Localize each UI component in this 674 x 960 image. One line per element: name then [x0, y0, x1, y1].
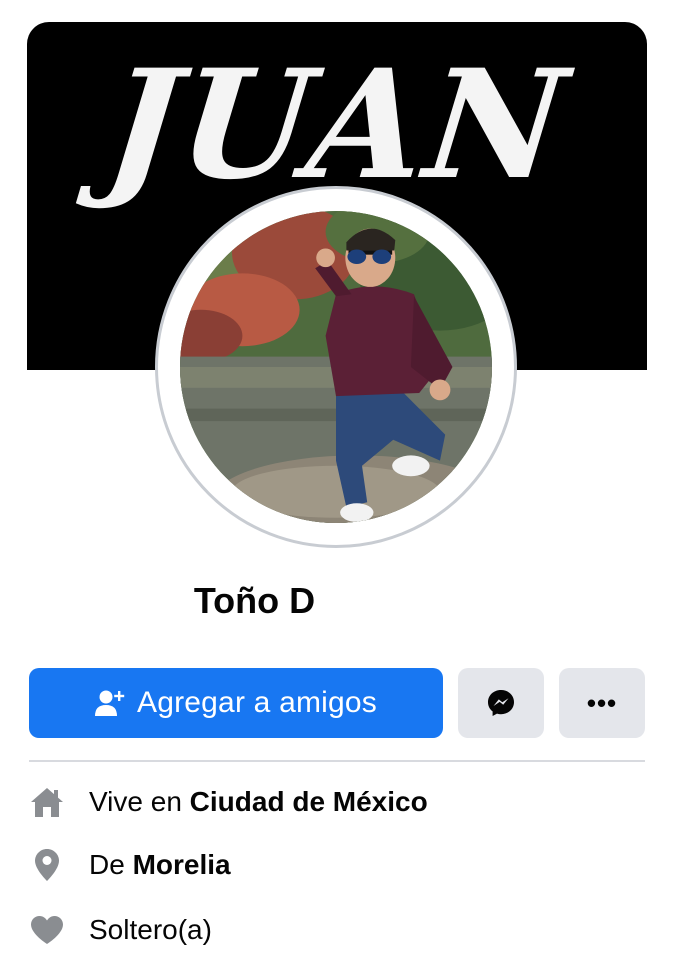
cover-title: JUAN — [98, 37, 576, 213]
profile-name: Toño D — [193, 580, 316, 621]
more-icon: ••• — [586, 687, 618, 718]
lives-prefix: Vive en — [89, 786, 182, 817]
heart-icon — [29, 910, 65, 950]
avatar-photo — [180, 211, 492, 523]
from-city[interactable]: Morelia — [133, 849, 231, 881]
add-friend-icon — [95, 690, 125, 716]
avatar — [180, 211, 492, 523]
add-friend-button[interactable]: Agregar a amigos — [29, 668, 443, 738]
message-button[interactable] — [458, 668, 544, 738]
add-friend-label: Agregar a amigos — [137, 686, 377, 719]
profile-picture[interactable] — [155, 186, 517, 548]
from-prefix: De — [89, 849, 125, 880]
divider — [29, 760, 645, 762]
more-options-button[interactable]: ••• — [559, 668, 645, 738]
info-relationship: Soltero(a) — [29, 908, 212, 952]
messenger-icon — [488, 690, 514, 716]
home-icon — [29, 782, 65, 822]
info-from: De Morelia — [29, 843, 231, 887]
info-lives-in: Vive en Ciudad de México — [29, 780, 428, 824]
relationship-status: Soltero(a) — [89, 914, 212, 945]
location-pin-icon — [29, 845, 65, 885]
lives-city[interactable]: Ciudad de México — [190, 786, 428, 818]
